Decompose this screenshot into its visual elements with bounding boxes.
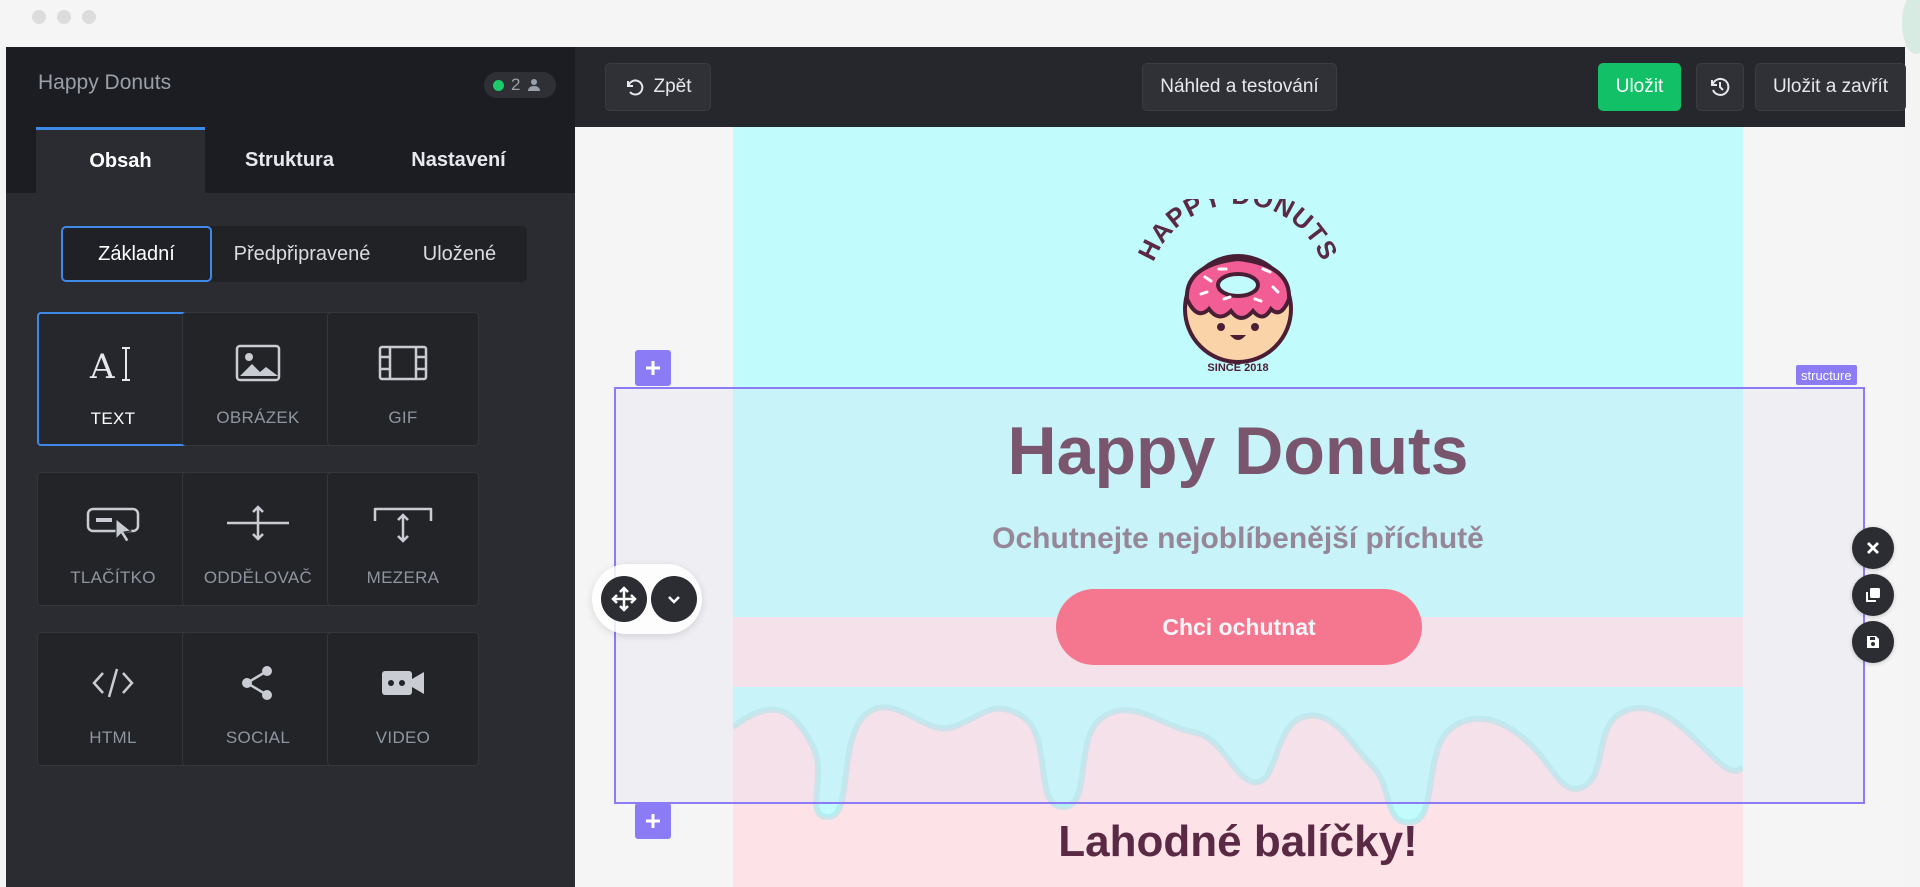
structure-tag: structure: [1796, 365, 1857, 385]
block-text-label: TEXT: [90, 409, 136, 428]
tab-struktura[interactable]: Struktura: [205, 127, 374, 193]
gif-film-icon: [328, 341, 478, 385]
move-arrows-icon: [611, 586, 637, 612]
sidebar-header: Happy Donuts 2 Obsah Struktura Nastavení: [6, 47, 575, 193]
history-button[interactable]: [1696, 63, 1744, 111]
plus-icon: [646, 814, 660, 828]
selected-structure-outline[interactable]: [614, 387, 1865, 804]
block-social[interactable]: SOCIAL: [182, 632, 334, 766]
decoration-shape: [1902, 0, 1920, 54]
block-divider[interactable]: ODDĚLOVAČ: [182, 472, 334, 606]
history-icon: [1711, 77, 1730, 96]
email-editor: Happy Donuts 2 Obsah Struktura Nastavení…: [6, 47, 1906, 887]
section-title[interactable]: Lahodné balíčky!: [733, 817, 1743, 867]
block-divider-label: ODDĚLOVAČ: [203, 568, 313, 587]
happy-donuts-logo: HAPPY DONUTS SINCE 2018: [1132, 199, 1344, 374]
online-users-badge[interactable]: 2: [484, 72, 556, 98]
save-row-button[interactable]: [1852, 621, 1894, 663]
block-video[interactable]: VIDEO: [327, 632, 479, 766]
block-button[interactable]: TLAČÍTKO: [37, 472, 189, 606]
delete-row-button[interactable]: [1852, 527, 1894, 569]
spacer-icon: [328, 501, 478, 545]
save-and-close-button[interactable]: Uložit a zavřít: [1755, 63, 1906, 111]
tab-obsah[interactable]: Obsah: [36, 127, 205, 193]
row-handle-group: [592, 564, 702, 634]
segment-saved[interactable]: Uložené: [392, 226, 527, 282]
add-row-below-button[interactable]: [635, 803, 671, 839]
copy-icon: [1866, 588, 1880, 602]
segment-prepared[interactable]: Předpřipravené: [212, 226, 392, 282]
block-spacer-label: MEZERA: [366, 568, 440, 587]
window-titlebar: [0, 0, 1920, 54]
plus-icon: [646, 361, 660, 375]
online-status-icon: [493, 79, 504, 91]
save-button[interactable]: Uložit: [1598, 63, 1681, 111]
block-html[interactable]: HTML: [37, 632, 189, 766]
zoom-window-dot[interactable]: [82, 10, 96, 24]
back-button-label: Zpět: [653, 76, 692, 97]
close-icon: [1867, 542, 1879, 554]
preview-button[interactable]: Náhled a testování: [1142, 63, 1337, 111]
editor-toolbar: Zpět Náhled a testování Uložit Uložit a …: [575, 47, 1906, 127]
block-html-label: HTML: [89, 728, 137, 747]
content-type-switcher: Základní Předpřipravené Uložené: [61, 226, 527, 282]
block-text[interactable]: A TEXT: [37, 312, 189, 446]
video-icon: [328, 661, 478, 705]
chevron-down-icon: [668, 596, 680, 604]
floppy-disk-icon: [1867, 636, 1879, 648]
block-spacer[interactable]: MEZERA: [327, 472, 479, 606]
segment-basic[interactable]: Základní: [61, 226, 212, 282]
duplicate-row-button[interactable]: [1852, 574, 1894, 616]
text-icon: A: [39, 342, 187, 386]
svg-text:A: A: [89, 347, 115, 386]
button-icon: [38, 501, 188, 545]
tab-nastaveni[interactable]: Nastavení: [374, 127, 543, 193]
back-button[interactable]: Zpět: [605, 63, 711, 111]
sidebar-tabs: Obsah Struktura Nastavení: [36, 127, 543, 193]
add-row-above-button[interactable]: [635, 350, 671, 386]
code-icon: [38, 661, 188, 705]
block-video-label: VIDEO: [375, 728, 431, 747]
block-social-label: SOCIAL: [225, 728, 291, 747]
block-gif[interactable]: GIF: [327, 312, 479, 446]
user-icon: [528, 79, 541, 91]
block-button-label: TLAČÍTKO: [70, 568, 156, 587]
divider-icon: [183, 501, 333, 545]
share-icon: [183, 661, 333, 705]
image-icon: [183, 341, 333, 385]
block-gif-label: GIF: [388, 408, 418, 427]
close-window-dot[interactable]: [32, 10, 46, 24]
email-canvas: HAPPY DONUTS SINCE 2018 Happy Donuts Och…: [575, 127, 1905, 887]
move-row-button[interactable]: [601, 576, 647, 622]
row-options-button[interactable]: [651, 576, 697, 622]
sidebar: Happy Donuts 2 Obsah Struktura Nastavení…: [6, 47, 575, 887]
block-image[interactable]: OBRÁZEK: [182, 312, 334, 446]
logo-since-text: SINCE 2018: [1207, 362, 1268, 374]
block-image-label: OBRÁZEK: [216, 408, 300, 427]
undo-icon: [627, 79, 644, 96]
minimize-window-dot[interactable]: [57, 10, 71, 24]
online-count: 2: [511, 75, 521, 94]
project-title: Happy Donuts: [38, 71, 172, 94]
